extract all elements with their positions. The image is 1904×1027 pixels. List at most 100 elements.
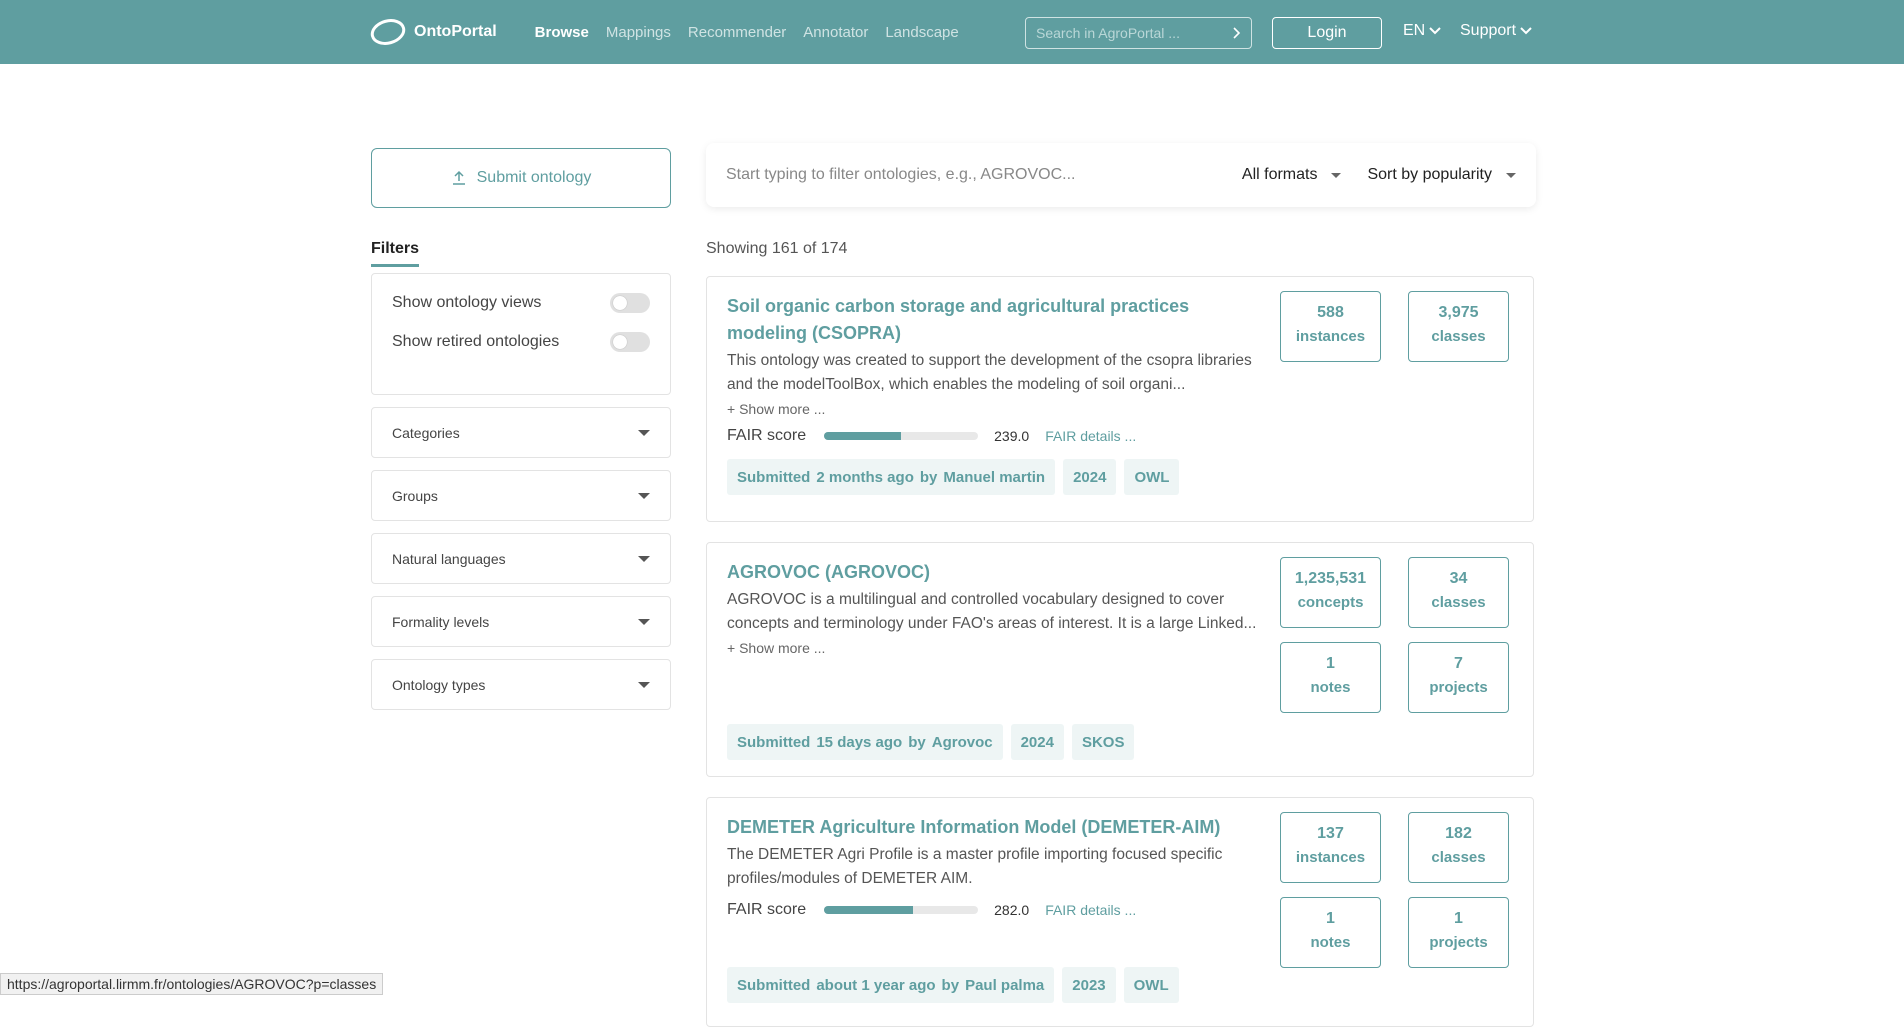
chevron-down-icon [1429,27,1441,35]
ontology-description: The DEMETER Agri Profile is a master pro… [727,846,1223,887]
toggle-row-retired: Show retired ontologies [392,318,650,365]
fair-score-fill [824,432,902,440]
top-navbar: OntoPortal Browse Mappings Recommender A… [0,0,1904,64]
ontology-types-dropdown[interactable]: Ontology types [371,659,671,710]
show-retired-toggle[interactable] [610,331,650,352]
chevron-down-icon [1520,27,1532,35]
search-input[interactable]: Search in AgroPortal ... [1025,17,1252,49]
stat-label: instances [1295,849,1366,866]
nav-link-annotator[interactable]: Annotator [803,24,868,41]
stat-projects[interactable]: 7 projects [1408,642,1509,713]
submitted-when: 2 months ago [816,468,914,486]
stat-projects[interactable]: 1 projects [1408,897,1509,968]
ontology-title[interactable]: DEMETER Agriculture Information Model (D… [727,814,1267,841]
stat-label: projects [1429,679,1488,696]
stat-label: notes [1310,679,1351,696]
search-placeholder: Search in AgroPortal ... [1036,25,1180,41]
caret-down-icon [638,681,650,688]
support-label: Support [1460,22,1517,39]
toggle-row-views: Show ontology views [392,288,650,318]
language-label: EN [1403,22,1426,39]
ontology-card: DEMETER Agriculture Information Model (D… [706,797,1534,1027]
submitted-author: Manuel martin [943,468,1046,486]
dropdown-label: Ontology types [392,676,486,693]
browser-status-bar: https://agroportal.lirmm.fr/ontologies/A… [0,973,384,995]
nav-link-browse[interactable]: Browse [535,24,589,41]
submitted-when: 15 days ago [816,733,903,751]
submitted-by: by [908,733,926,751]
sidebar: Submit ontology Filters Show ontology vi… [371,148,671,710]
natural-languages-dropdown[interactable]: Natural languages [371,533,671,584]
ontology-title[interactable]: Soil organic carbon storage and agricult… [727,293,1267,347]
submitted-when: about 1 year ago [816,976,936,994]
stat-number: 1,235,531 [1294,570,1367,587]
show-views-toggle[interactable] [610,293,650,313]
sort-select[interactable]: Sort by popularity [1367,166,1516,184]
submitted-by: by [919,468,938,486]
stat-notes[interactable]: 1 notes [1280,897,1381,968]
submit-ontology-button[interactable]: Submit ontology [371,148,671,208]
fair-score-value: 282.0 [994,902,1030,918]
results-count: Showing 161 of 174 [706,240,848,257]
submitted-label: Submitted [737,468,811,486]
caret-down-icon [638,618,650,625]
caret-down-icon [638,555,650,562]
fair-details-link[interactable]: FAIR details ... [1045,902,1136,918]
submitted-label: Submitted [737,976,811,994]
stat-number: 182 [1445,825,1472,842]
submitted-author: Agrovoc [931,733,993,751]
caret-down-icon [638,492,650,499]
nav-link-mappings[interactable]: Mappings [606,24,671,41]
submission-chips: Submitted 2 months ago by Manuel martin … [727,459,1267,495]
ontology-card: Soil organic carbon storage and agricult… [706,276,1534,522]
stat-label: classes [1431,594,1486,611]
year-chip: 2023 [1062,967,1116,1003]
stat-classes[interactable]: 34 classes [1408,557,1509,628]
stat-classes[interactable]: 182 classes [1408,812,1509,883]
fair-score-fill [824,906,914,914]
categories-dropdown[interactable]: Categories [371,407,671,458]
ontology-title[interactable]: AGROVOC (AGROVOC) [727,559,1267,586]
filter-toggles: Show ontology views Show retired ontolog… [371,273,671,395]
sort-select-label: Sort by popularity [1367,166,1492,183]
stat-number: 34 [1449,570,1468,587]
format-chip: SKOS [1071,724,1135,760]
fair-score-bar [824,432,979,440]
nav-link-landscape[interactable]: Landscape [885,24,958,41]
nav-link-recommender[interactable]: Recommender [688,24,786,41]
stat-label: instances [1295,328,1366,345]
stat-number: 1 [1326,910,1335,927]
stat-notes[interactable]: 1 notes [1280,642,1381,713]
stat-instances[interactable]: 588 instances [1280,291,1381,362]
format-select[interactable]: All formats [1242,166,1342,184]
language-select[interactable]: EN [1403,22,1441,40]
stat-label: classes [1431,849,1486,866]
login-button[interactable]: Login [1272,17,1382,49]
filters-title: Filters [371,240,420,267]
fair-details-link[interactable]: FAIR details ... [1045,428,1136,444]
ontoportal-logo-icon [370,19,406,45]
stat-instances[interactable]: 137 instances [1280,812,1381,883]
groups-dropdown[interactable]: Groups [371,470,671,521]
submitted-chip: Submitted 15 days ago by Agrovoc [727,724,1003,760]
stat-number: 7 [1454,655,1463,672]
formality-levels-dropdown[interactable]: Formality levels [371,596,671,647]
show-more-link[interactable]: + Show more ... [727,401,1267,417]
submitted-author: Paul palma [965,976,1045,994]
ontology-description: This ontology was created to support the… [727,352,1252,393]
year-chip: 2024 [1010,724,1064,760]
dropdown-label: Groups [392,487,438,504]
brand-logo[interactable]: OntoPortal [370,18,497,46]
show-more-link[interactable]: + Show more ... [727,640,1267,656]
stat-number: 137 [1317,825,1344,842]
submitted-label: Submitted [737,733,811,751]
chevron-right-icon[interactable] [1233,27,1241,39]
filter-input[interactable]: Start typing to filter ontologies, e.g.,… [726,166,1216,184]
ontology-filter-bar: Start typing to filter ontologies, e.g.,… [706,143,1536,207]
stat-classes[interactable]: 3,975 classes [1408,291,1509,362]
stat-concepts[interactable]: 1,235,531 concepts [1280,557,1381,628]
stat-number: 3,975 [1438,304,1479,321]
support-menu[interactable]: Support [1460,22,1532,40]
ontology-description: AGROVOC is a multilingual and controlled… [727,591,1257,632]
toggle-label: Show retired ontologies [392,332,560,350]
